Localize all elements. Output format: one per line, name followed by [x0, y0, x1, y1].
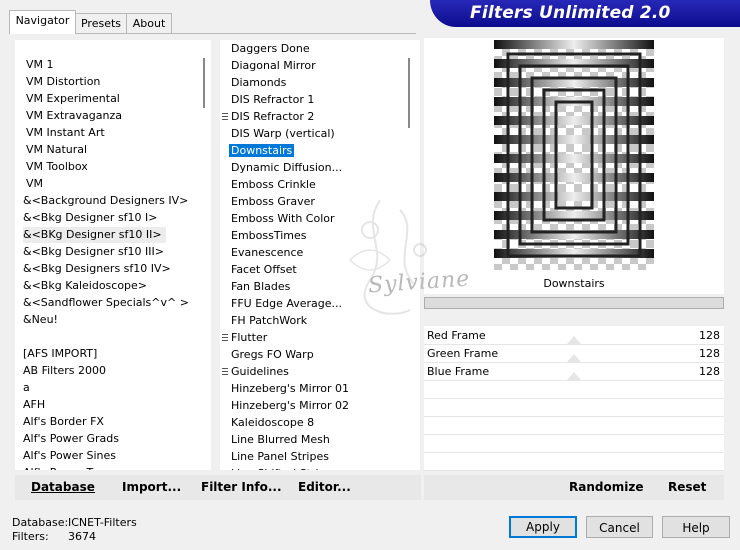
tab-navigator-label: Navigator [15, 14, 70, 27]
filter-item[interactable]: EmbossTimes [231, 228, 307, 244]
filter-item[interactable]: Hinzeberg's Mirror 02 [231, 398, 349, 414]
slider-thumb-icon[interactable] [567, 336, 581, 344]
filter-item[interactable]: Facet Offset [231, 262, 297, 278]
category-item[interactable]: &<Background Designers IV> [23, 193, 188, 209]
help-button[interactable]: Help [662, 516, 730, 538]
category-list[interactable]: VM 1 VM Distortion VM Experimental VM Extra… [15, 40, 211, 470]
cancel-button[interactable]: Cancel [586, 516, 653, 538]
drag-grip-icon [222, 334, 228, 343]
filter-item[interactable]: DIS Refractor 2 [222, 109, 314, 125]
category-item[interactable]: Alf's Power Sines [23, 448, 116, 464]
filter-item[interactable]: Diagonal Mirror [231, 58, 316, 74]
randomize-button[interactable]: Randomize [569, 480, 643, 494]
database-value: ICNET-Filters [68, 516, 137, 529]
category-item[interactable]: &<Bkg Designers sf10 IV> [23, 261, 171, 277]
parameter-value: 128 [699, 347, 720, 360]
category-item[interactable]: [AFS IMPORT] [23, 346, 97, 362]
category-item[interactable]: &Neu! [23, 312, 58, 328]
slider-thumb-icon[interactable] [567, 372, 581, 380]
category-item[interactable]: VM [26, 176, 43, 192]
editor-button[interactable]: Editor... [298, 480, 351, 494]
filter-item[interactable]: Diamonds [231, 75, 286, 91]
watermark-ornament-icon [349, 199, 427, 315]
parameter-label: Blue Frame [427, 365, 490, 378]
filter-item[interactable]: Guidelines [222, 364, 289, 380]
tab-navigator[interactable]: Navigator [9, 10, 76, 34]
category-list-scrollbar[interactable] [203, 58, 205, 108]
filter-item[interactable]: Hinzeberg's Mirror 01 [231, 381, 349, 397]
category-item[interactable]: VM Extravaganza [26, 108, 122, 124]
category-item[interactable]: &<BKg Designer sf10 II> [23, 227, 166, 243]
category-item[interactable]: Alf's Power Grads [23, 431, 119, 447]
parameter-row[interactable]: Green Frame 128 [424, 344, 724, 363]
category-item[interactable]: AB Filters 2000 [23, 363, 106, 379]
parameter-row [424, 452, 724, 471]
category-item[interactable]: Alf's Border FX [23, 414, 104, 430]
tab-about-label: About [132, 17, 166, 30]
filter-item[interactable]: DIS Refractor 1 [231, 92, 314, 108]
parameter-panel: Red Frame 128 Green Frame 128 Blue Frame 128 [424, 326, 724, 471]
parameter-label: Red Frame [427, 329, 486, 342]
filter-item[interactable]: Emboss Graver [231, 194, 315, 210]
import-button[interactable]: Import... [122, 480, 181, 494]
filter-preview-image [494, 40, 654, 270]
filter-item[interactable]: Flutter [222, 330, 267, 346]
parameter-label: Green Frame [427, 347, 499, 360]
filter-info-button[interactable]: Filter Info... [201, 480, 282, 494]
filter-item[interactable]: Line Panel Stripes [231, 449, 329, 465]
filter-list-scrollbar[interactable] [408, 58, 410, 128]
category-item[interactable]: VM Experimental [26, 91, 120, 107]
filter-item[interactable]: Emboss With Color [231, 211, 335, 227]
database-label: Database: [12, 516, 69, 529]
parameter-row [424, 380, 724, 399]
filter-item[interactable]: Line Shifted Stripes [231, 466, 338, 470]
category-item[interactable]: &<Bkg Designer sf10 I> [23, 210, 158, 226]
category-item[interactable]: &<Bkg Designer sf10 III> [23, 244, 164, 260]
parameter-row [424, 416, 724, 435]
banner-title: Filters Unlimited 2.0 [470, 3, 671, 23]
filter-item[interactable]: Gregs FO Warp [231, 347, 314, 363]
database-button[interactable]: Database [31, 480, 95, 494]
filter-item[interactable]: Dynamic Diffusion... [231, 160, 342, 176]
tab-presets-label: Presets [80, 17, 122, 30]
category-item[interactable]: VM Instant Art [26, 125, 105, 141]
filter-item[interactable]: Line Blurred Mesh [231, 432, 330, 448]
category-item[interactable]: VM 1 [26, 57, 54, 73]
category-item[interactable]: &<Sandflower Specials^v^ > [23, 295, 189, 311]
reset-button[interactable]: Reset [668, 480, 706, 494]
category-item[interactable]: VM Distortion [26, 74, 100, 90]
drag-grip-icon [222, 113, 228, 122]
filter-item[interactable]: Kaleidoscope 8 [231, 415, 314, 431]
category-item[interactable]: a [23, 380, 30, 396]
category-item[interactable]: VM Natural [26, 142, 87, 158]
filter-item[interactable]: Downstairs [229, 143, 295, 159]
filter-item[interactable]: DIS Warp (vertical) [231, 126, 335, 142]
parameter-value: 128 [699, 365, 720, 378]
category-item[interactable]: AFH [23, 397, 45, 413]
apply-button[interactable]: Apply [509, 516, 577, 538]
category-item[interactable]: Alf's Power Toys [23, 465, 110, 470]
parameter-row [424, 398, 724, 417]
tab-presets[interactable]: Presets [75, 13, 127, 33]
category-item[interactable]: VM Toolbox [26, 159, 88, 175]
filter-item[interactable]: Daggers Done [231, 41, 310, 57]
filters-count-label: Filters: [12, 530, 49, 543]
category-item[interactable]: &<Bkg Kaleidoscope> [23, 278, 147, 294]
parameter-row [424, 434, 724, 453]
parameter-value: 128 [699, 329, 720, 342]
filter-item[interactable]: Evanescence [231, 245, 303, 261]
filter-item[interactable]: Emboss Crinkle [231, 177, 316, 193]
filters-count-value: 3674 [68, 530, 96, 543]
parameter-row[interactable]: Blue Frame 128 [424, 362, 724, 381]
filter-item[interactable]: FH PatchWork [231, 313, 307, 329]
filter-item[interactable]: Fan Blades [231, 279, 290, 295]
tab-about[interactable]: About [126, 13, 172, 33]
drag-grip-icon [222, 368, 228, 377]
slider-thumb-icon[interactable] [567, 354, 581, 362]
